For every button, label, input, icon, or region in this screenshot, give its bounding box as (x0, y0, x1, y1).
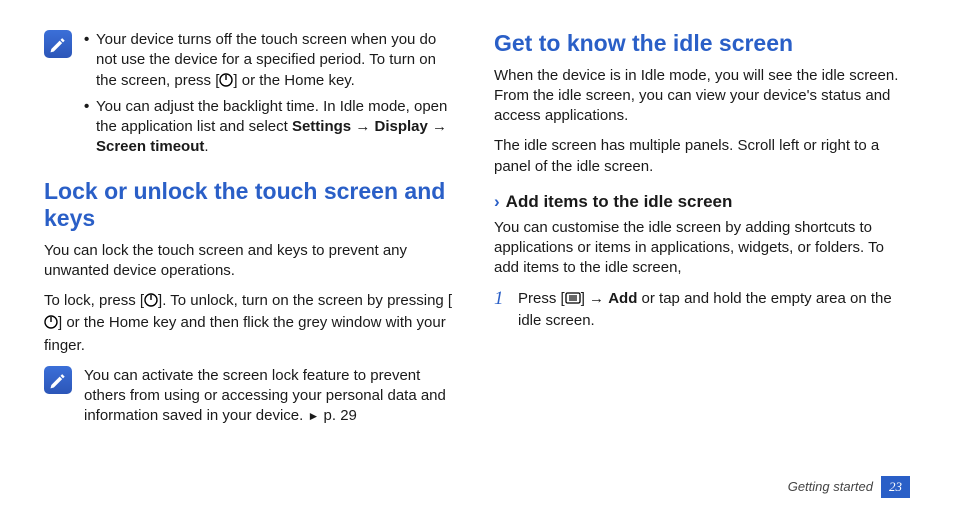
note-icon (44, 30, 72, 58)
step: 1 Press [] → Add or tap and hold the emp… (494, 289, 910, 332)
text: Press [ (518, 290, 565, 307)
subheading: › Add items to the idle screen (494, 191, 910, 214)
chevron-right-icon: › (494, 191, 500, 214)
paragraph: You can customise the idle screen by add… (494, 218, 910, 279)
step-number: 1 (494, 289, 508, 310)
note-bottom: You can activate the screen lock feature… (44, 366, 460, 427)
bullet-dot: • (84, 30, 96, 50)
note-top: • Your device turns off the touch screen… (44, 30, 460, 162)
menu-path-item: Settings (292, 118, 351, 135)
section-heading: Lock or unlock the touch screen and keys (44, 178, 460, 233)
power-icon (219, 73, 233, 93)
arrow-icon: → (432, 118, 447, 135)
xref: p. 29 (324, 407, 357, 424)
text: . (204, 138, 208, 155)
paragraph: To lock, press [ ]. To unlock, turn on th… (44, 291, 460, 356)
text: ] → (581, 290, 609, 307)
power-icon (44, 315, 58, 335)
right-column: Get to know the idle screen When the dev… (494, 30, 910, 441)
page-footer: Getting started 23 (788, 476, 910, 498)
menu-path-item: Display (374, 118, 427, 135)
text: ] or the Home key. (233, 72, 354, 89)
text: ] or the Home key and then flick the gre… (44, 314, 446, 353)
text: ]. To unlock, turn on the screen by pres… (158, 292, 452, 309)
paragraph: The idle screen has multiple panels. Scr… (494, 136, 910, 177)
power-icon (144, 293, 158, 313)
section-heading: Get to know the idle screen (494, 30, 910, 58)
note-bullet: • You can adjust the backlight time. In … (84, 97, 460, 158)
bold-text: Add (608, 290, 637, 307)
paragraph: When the device is in Idle mode, you wil… (494, 66, 910, 127)
menu-icon (565, 291, 581, 311)
chapter-name: Getting started (788, 478, 873, 496)
subheading-text: Add items to the idle screen (506, 191, 733, 214)
text: You can activate the screen lock feature… (84, 367, 446, 425)
paragraph: You can lock the touch screen and keys t… (44, 241, 460, 282)
arrow-icon: → (355, 118, 370, 135)
note-icon (44, 366, 72, 394)
menu-path-item: Screen timeout (96, 138, 204, 155)
bullet-dot: • (84, 97, 96, 117)
text: To lock, press [ (44, 292, 144, 309)
note-bullet: • Your device turns off the touch screen… (84, 30, 460, 93)
left-column: • Your device turns off the touch screen… (44, 30, 460, 441)
page-number: 23 (881, 476, 910, 498)
xref-arrow-icon: ► (307, 409, 319, 423)
